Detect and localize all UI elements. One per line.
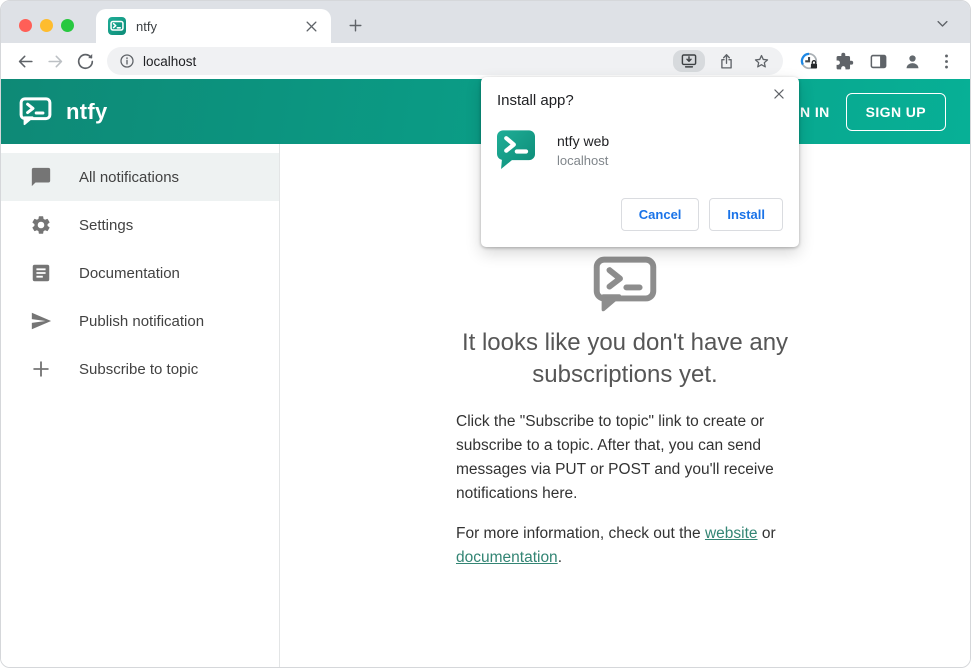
empty-state-text: Click the "Subscribe to topic" link to c…	[456, 410, 794, 570]
install-app-icon[interactable]	[673, 50, 705, 72]
documentation-link[interactable]: documentation	[456, 549, 558, 566]
website-link[interactable]: website	[705, 525, 758, 542]
dialog-app-name: ntfy web	[557, 132, 610, 149]
chat-icon	[30, 166, 52, 188]
sidebar-item-label: Subscribe to topic	[79, 360, 199, 378]
ntfy-logo-gray-icon	[593, 256, 657, 313]
reload-icon[interactable]	[71, 47, 99, 75]
dialog-app-row: ntfy web localhost	[497, 130, 783, 170]
browser-window: ntfy localhost ntfy SIGN IN SIGN UP All …	[0, 0, 971, 668]
forward-icon[interactable]	[41, 47, 69, 75]
info-prefix: For more information, check out the	[456, 525, 705, 543]
sidebar: All notifications Settings Documentation…	[1, 144, 280, 667]
extensions-puzzle-icon[interactable]	[835, 52, 854, 71]
info-middle: or	[757, 525, 776, 543]
tab-title: ntfy	[136, 18, 157, 34]
empty-state-title: It looks like you don't have any subscri…	[461, 329, 789, 389]
traffic-lights	[19, 19, 74, 32]
share-icon[interactable]	[713, 53, 740, 70]
sidebar-item-all-notifications[interactable]: All notifications	[1, 153, 279, 201]
empty-state-paragraph: Click the "Subscribe to topic" link to c…	[456, 413, 774, 503]
dialog-actions: Cancel Install	[620, 198, 783, 231]
menu-dots-icon[interactable]	[937, 52, 956, 71]
sidebar-item-label: Publish notification	[79, 312, 205, 330]
plus-icon	[30, 358, 52, 380]
tab-strip: ntfy	[1, 1, 970, 43]
app-title: ntfy	[66, 98, 108, 124]
bookmark-star-icon[interactable]	[748, 53, 775, 70]
install-button[interactable]: Install	[709, 198, 783, 231]
tab-close-icon[interactable]	[304, 19, 319, 34]
dialog-app-origin: localhost	[557, 152, 609, 168]
browser-tab[interactable]: ntfy	[96, 9, 331, 43]
sign-up-button[interactable]: SIGN UP	[845, 92, 946, 131]
send-icon	[30, 310, 52, 332]
dialog-close-icon[interactable]	[772, 87, 786, 101]
article-icon	[30, 262, 52, 284]
sidebar-item-settings[interactable]: Settings	[1, 201, 279, 249]
ntfy-favicon-icon	[108, 17, 126, 35]
ntfy-logo-icon	[19, 97, 52, 126]
extension-privacy-icon[interactable]	[799, 51, 820, 72]
new-tab-icon[interactable]	[347, 17, 364, 34]
install-app-dialog: Install app? ntfy web localhost Cancel I…	[481, 77, 799, 247]
sidebar-item-subscribe-to-topic[interactable]: Subscribe to topic	[1, 345, 279, 393]
empty-state-info-paragraph: For more information, check out the webs…	[456, 522, 794, 570]
sidebar-item-documentation[interactable]: Documentation	[1, 249, 279, 297]
zoom-window-button[interactable]	[61, 19, 74, 32]
sidebar-item-label: All notifications	[79, 168, 180, 186]
extension-cluster	[799, 51, 956, 72]
site-info-icon[interactable]	[119, 53, 135, 69]
back-icon[interactable]	[11, 47, 39, 75]
ntfy-app-icon	[497, 130, 535, 170]
sidebar-item-publish-notification[interactable]: Publish notification	[1, 297, 279, 345]
url-text[interactable]: localhost	[143, 54, 665, 69]
gear-icon	[30, 214, 52, 236]
address-bar[interactable]: localhost	[107, 47, 783, 75]
sidebar-item-label: Documentation	[79, 264, 180, 282]
close-window-button[interactable]	[19, 19, 32, 32]
tab-search-chevron-icon[interactable]	[935, 16, 950, 31]
sidebar-item-label: Settings	[79, 216, 134, 234]
dialog-title: Install app?	[497, 92, 574, 109]
profile-avatar-icon[interactable]	[903, 52, 922, 71]
minimize-window-button[interactable]	[40, 19, 53, 32]
browser-toolbar: localhost	[1, 43, 970, 79]
info-suffix: .	[557, 549, 562, 567]
cancel-button[interactable]: Cancel	[620, 198, 700, 231]
side-panel-icon[interactable]	[869, 52, 888, 71]
